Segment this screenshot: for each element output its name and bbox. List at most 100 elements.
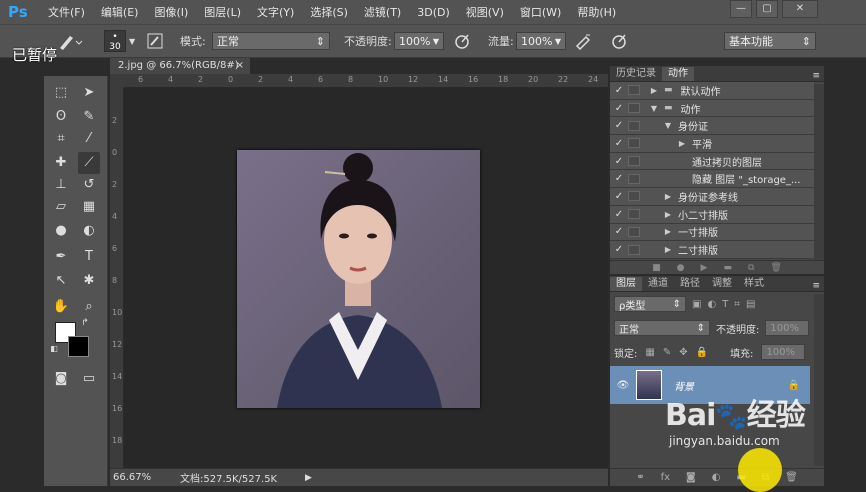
gradient-tool-icon[interactable]: ▦ bbox=[78, 196, 100, 218]
action-row[interactable]: ✓ 通过拷贝的图层 bbox=[610, 152, 814, 171]
history-brush-tool-icon[interactable]: ↺ bbox=[78, 174, 100, 196]
tab-actions[interactable]: 动作 bbox=[662, 67, 694, 81]
delete-icon[interactable]: 🗑 bbox=[770, 263, 781, 273]
new-set-icon[interactable]: ▬ bbox=[723, 263, 732, 273]
tab-history[interactable]: 历史记录 bbox=[610, 67, 662, 81]
dodge-tool-icon[interactable]: ◐ bbox=[78, 220, 100, 242]
action-row[interactable]: ✓ ▶ 一寸排版 bbox=[610, 223, 814, 242]
filter-adjustment-icon[interactable]: ◐ bbox=[707, 299, 716, 310]
expand-triangle-icon[interactable]: ▼ bbox=[662, 121, 674, 130]
dialog-toggle[interactable] bbox=[628, 138, 640, 149]
lock-position-icon[interactable]: ✥ bbox=[679, 347, 687, 358]
expand-triangle-icon[interactable]: ▶ bbox=[662, 245, 674, 254]
actions-scrollbar[interactable] bbox=[814, 84, 824, 260]
menu-help[interactable]: 帮助(H) bbox=[569, 4, 624, 20]
workspace-select[interactable]: 基本功能 ⇕ bbox=[724, 32, 816, 50]
dialog-toggle[interactable] bbox=[628, 173, 640, 184]
layer-filter-select[interactable]: ρ类型 ⇕ bbox=[614, 296, 686, 312]
menu-3d[interactable]: 3D(D) bbox=[409, 6, 458, 19]
default-colors-icon[interactable]: ◧ bbox=[48, 342, 60, 356]
menu-type[interactable]: 文字(Y) bbox=[249, 4, 302, 20]
dialog-toggle[interactable] bbox=[628, 103, 640, 114]
tab-styles[interactable]: 样式 bbox=[738, 277, 770, 291]
menu-edit[interactable]: 编辑(E) bbox=[93, 4, 147, 20]
hand-tool-icon[interactable]: ✋ bbox=[50, 296, 72, 318]
brush-preset-picker[interactable]: • 30 ▼ bbox=[104, 30, 135, 52]
eye-visibility-icon[interactable]: 👁 bbox=[610, 380, 636, 391]
action-row[interactable]: ✓ ▼ 身份证 bbox=[610, 117, 814, 136]
marquee-tool-icon[interactable]: ⬚ bbox=[50, 82, 72, 104]
new-adjustment-icon[interactable]: ◐ bbox=[712, 472, 721, 483]
path-select-tool-icon[interactable]: ↖ bbox=[50, 270, 72, 292]
status-menu-arrow-icon[interactable]: ▶ bbox=[305, 473, 312, 483]
lasso-tool-icon[interactable]: ʘ bbox=[50, 106, 72, 128]
close-window-button[interactable]: ✕ bbox=[782, 0, 818, 18]
lock-pixels-icon[interactable]: ✎ bbox=[663, 347, 671, 358]
dialog-toggle[interactable] bbox=[628, 244, 640, 255]
action-row[interactable]: ✓ ▼ ▬ 动作 bbox=[610, 99, 814, 118]
close-tab-icon[interactable]: × bbox=[236, 58, 244, 74]
type-tool-icon[interactable]: T bbox=[78, 246, 100, 268]
expand-triangle-icon[interactable]: ▼ bbox=[648, 104, 660, 113]
brush-panel-toggle-icon[interactable] bbox=[146, 31, 164, 51]
horizontal-ruler[interactable]: 6 4 2 0 2 4 6 8 10 12 14 16 18 20 22 24 bbox=[124, 74, 608, 88]
menu-file[interactable]: 文件(F) bbox=[40, 4, 93, 20]
restore-button[interactable]: ▢ bbox=[756, 0, 778, 18]
brush-tool-icon[interactable]: ⟋ bbox=[78, 152, 100, 174]
expand-triangle-icon[interactable]: ▶ bbox=[676, 139, 688, 148]
check-icon[interactable]: ✓ bbox=[610, 173, 628, 184]
add-mask-icon[interactable]: ◙ bbox=[686, 472, 696, 483]
fill-input[interactable]: 100% bbox=[761, 344, 806, 360]
move-tool-icon[interactable]: ➤ bbox=[78, 82, 100, 104]
quick-mask-icon[interactable]: ◙ bbox=[50, 368, 72, 390]
healing-brush-tool-icon[interactable]: ✚ bbox=[50, 152, 72, 174]
crop-tool-icon[interactable]: ⌗ bbox=[50, 128, 72, 150]
filter-shape-icon[interactable]: ⌗ bbox=[734, 299, 740, 310]
document-tab[interactable]: 2.jpg @ 66.7%(RGB/8#) × bbox=[110, 58, 250, 74]
dialog-toggle[interactable] bbox=[628, 209, 640, 220]
tab-layers[interactable]: 图层 bbox=[610, 277, 642, 291]
eyedropper-tool-icon[interactable]: ⁄ bbox=[78, 128, 100, 150]
layer-opacity-input[interactable]: 100% bbox=[765, 320, 810, 336]
check-icon[interactable]: ✓ bbox=[610, 138, 628, 149]
check-icon[interactable]: ✓ bbox=[610, 209, 628, 220]
delete-layer-icon[interactable]: 🗑 bbox=[785, 472, 798, 483]
shape-tool-icon[interactable]: ✱ bbox=[78, 270, 100, 292]
zoom-level[interactable]: 66.67% bbox=[110, 472, 170, 483]
menu-filter[interactable]: 滤镜(T) bbox=[356, 4, 409, 20]
lock-all-icon[interactable]: 🔒 bbox=[696, 347, 708, 358]
blend-mode-select[interactable]: 正常 ⇕ bbox=[212, 32, 330, 50]
record-icon[interactable]: ● bbox=[677, 263, 685, 273]
action-row[interactable]: ✓ 隐藏 图层 "_storage_... bbox=[610, 170, 814, 189]
dialog-toggle[interactable] bbox=[628, 120, 640, 131]
pressure-opacity-icon[interactable] bbox=[453, 31, 471, 51]
blur-tool-icon[interactable]: ● bbox=[50, 220, 72, 242]
action-row[interactable]: ✓ ▶ ▬ 默认动作 bbox=[610, 82, 814, 100]
action-row[interactable]: ✓ ▶ 平滑 bbox=[610, 135, 814, 153]
panel-menu-icon[interactable]: ≡ bbox=[812, 71, 824, 81]
zoom-tool-icon[interactable]: ⌕ bbox=[78, 296, 100, 318]
layer-blend-mode-select[interactable]: 正常 ⇕ bbox=[614, 320, 710, 336]
quick-select-tool-icon[interactable]: ✎ bbox=[78, 106, 100, 128]
document-image-portrait[interactable] bbox=[237, 150, 480, 408]
dialog-toggle[interactable] bbox=[628, 85, 640, 96]
play-icon[interactable]: ▶ bbox=[701, 263, 708, 273]
dialog-toggle[interactable] bbox=[628, 156, 640, 167]
brush-tool-icon[interactable] bbox=[56, 31, 84, 51]
action-row[interactable]: ✓ ▶ 小二寸排版 bbox=[610, 205, 814, 224]
tab-adjustments[interactable]: 调整 bbox=[706, 277, 738, 291]
expand-triangle-icon[interactable]: ▶ bbox=[648, 86, 660, 95]
eraser-tool-icon[interactable]: ▱ bbox=[50, 196, 72, 218]
check-icon[interactable]: ✓ bbox=[610, 156, 628, 167]
filter-smart-object-icon[interactable]: ▤ bbox=[746, 299, 755, 310]
flow-input[interactable]: 100% ▼ bbox=[516, 32, 566, 50]
check-icon[interactable]: ✓ bbox=[610, 85, 628, 96]
menu-layer[interactable]: 图层(L) bbox=[196, 4, 249, 20]
clone-stamp-tool-icon[interactable]: ⊥ bbox=[50, 174, 72, 196]
expand-triangle-icon[interactable]: ▶ bbox=[662, 192, 674, 201]
link-layers-icon[interactable]: ⚭ bbox=[636, 472, 644, 483]
screen-mode-icon[interactable]: ▭ bbox=[78, 368, 100, 390]
opacity-input[interactable]: 100% ▼ bbox=[394, 32, 444, 50]
filter-pixel-icon[interactable]: ▣ bbox=[692, 299, 701, 310]
layer-style-fx-icon[interactable]: fx bbox=[661, 472, 670, 483]
